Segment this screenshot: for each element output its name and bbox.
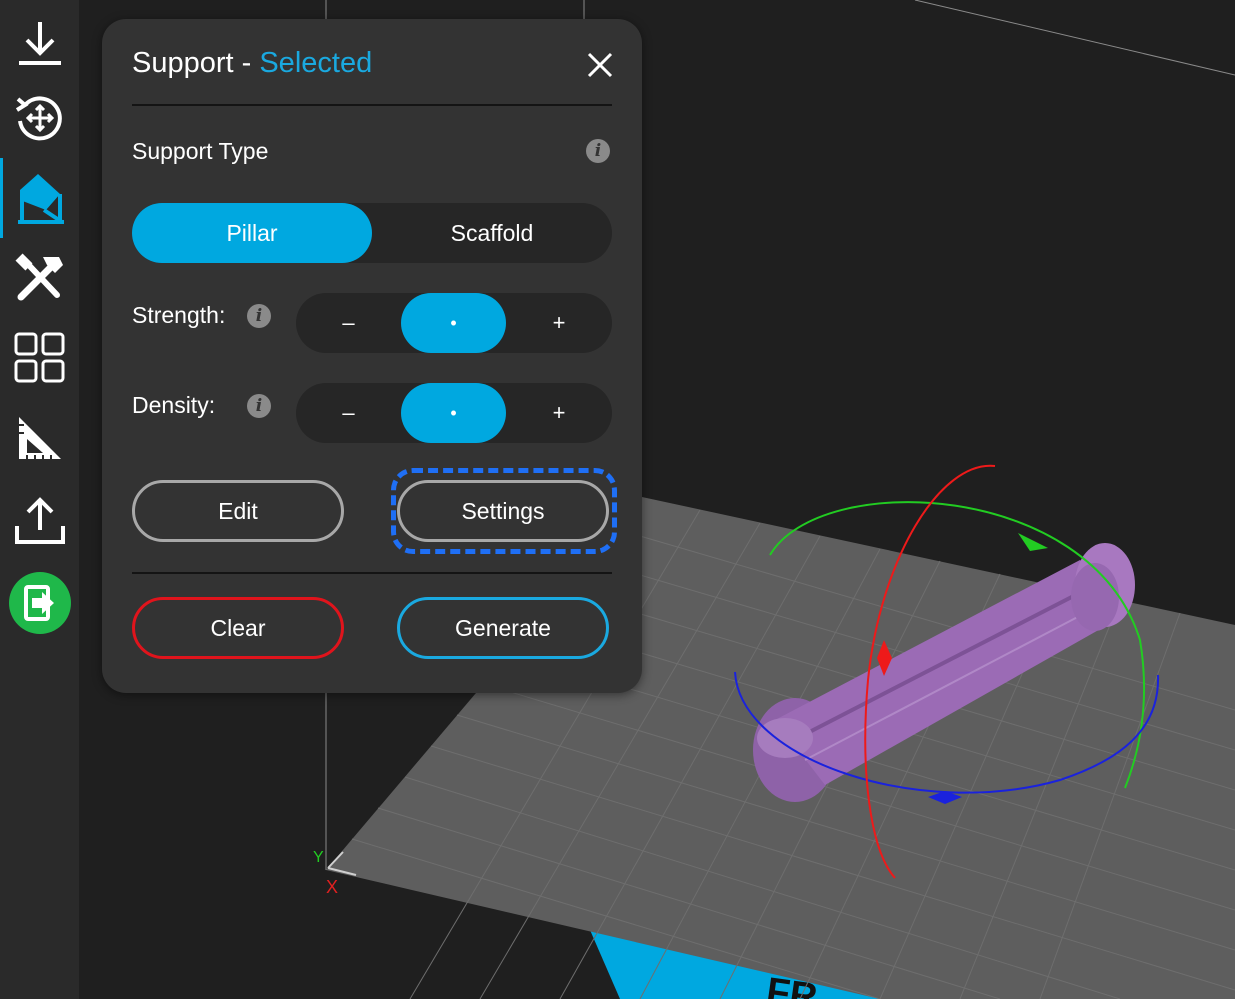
settings-button[interactable]: Settings: [397, 480, 609, 542]
tools-icon: [15, 253, 63, 301]
divider: [132, 104, 612, 106]
support-type-label: Support Type: [132, 138, 269, 164]
support-panel: Support - Selected Support Type i Pillar…: [102, 19, 642, 693]
panel-title: Support - Selected: [132, 47, 372, 80]
support-icon: [18, 174, 64, 224]
density-stepper: – • +: [296, 383, 612, 443]
exit-icon: [8, 572, 71, 634]
sidebar: [0, 0, 79, 999]
axis-y-label: Y: [313, 849, 324, 866]
density-value[interactable]: •: [401, 383, 506, 443]
density-decrease-button[interactable]: –: [296, 383, 401, 443]
support-type-toggle: Pillar Scaffold: [132, 203, 612, 263]
volume-edge: [914, 0, 1235, 76]
sidebar-item-transform[interactable]: [0, 78, 79, 158]
sidebar-item-arrange[interactable]: [0, 318, 79, 398]
panel-title-text: Support -: [132, 47, 260, 79]
density-increase-button[interactable]: +: [506, 383, 612, 443]
sidebar-item-tools[interactable]: [0, 238, 79, 318]
upload-icon: [14, 497, 65, 544]
info-icon[interactable]: i: [247, 304, 271, 328]
grid-icon: [14, 332, 64, 383]
sidebar-item-support[interactable]: [0, 158, 79, 238]
info-icon[interactable]: i: [586, 139, 610, 163]
divider: [132, 572, 612, 574]
support-type-scaffold[interactable]: Scaffold: [372, 203, 612, 263]
sidebar-item-measure[interactable]: [0, 398, 79, 478]
sidebar-item-export[interactable]: [0, 481, 79, 561]
strength-stepper: – • +: [296, 293, 612, 353]
strength-decrease-button[interactable]: –: [296, 293, 401, 353]
download-icon: [18, 22, 61, 65]
sidebar-item-import[interactable]: [0, 0, 79, 80]
strength-label: Strength:: [132, 302, 226, 328]
rotate-move-icon: [15, 96, 62, 141]
close-icon[interactable]: [584, 49, 616, 81]
panel-title-status: Selected: [259, 47, 373, 79]
sidebar-item-exit[interactable]: [0, 563, 79, 643]
measure-icon: [18, 417, 61, 459]
strength-increase-button[interactable]: +: [506, 293, 612, 353]
info-icon[interactable]: i: [247, 394, 271, 418]
axis-x-label: X: [326, 877, 338, 897]
edit-button[interactable]: Edit: [132, 480, 344, 542]
support-type-pillar[interactable]: Pillar: [132, 203, 372, 263]
strength-value[interactable]: •: [401, 293, 506, 353]
generate-button[interactable]: Generate: [397, 597, 609, 659]
density-label: Density:: [132, 392, 216, 418]
clear-button[interactable]: Clear: [132, 597, 344, 659]
gizmo-handle-green[interactable]: [1018, 533, 1048, 551]
